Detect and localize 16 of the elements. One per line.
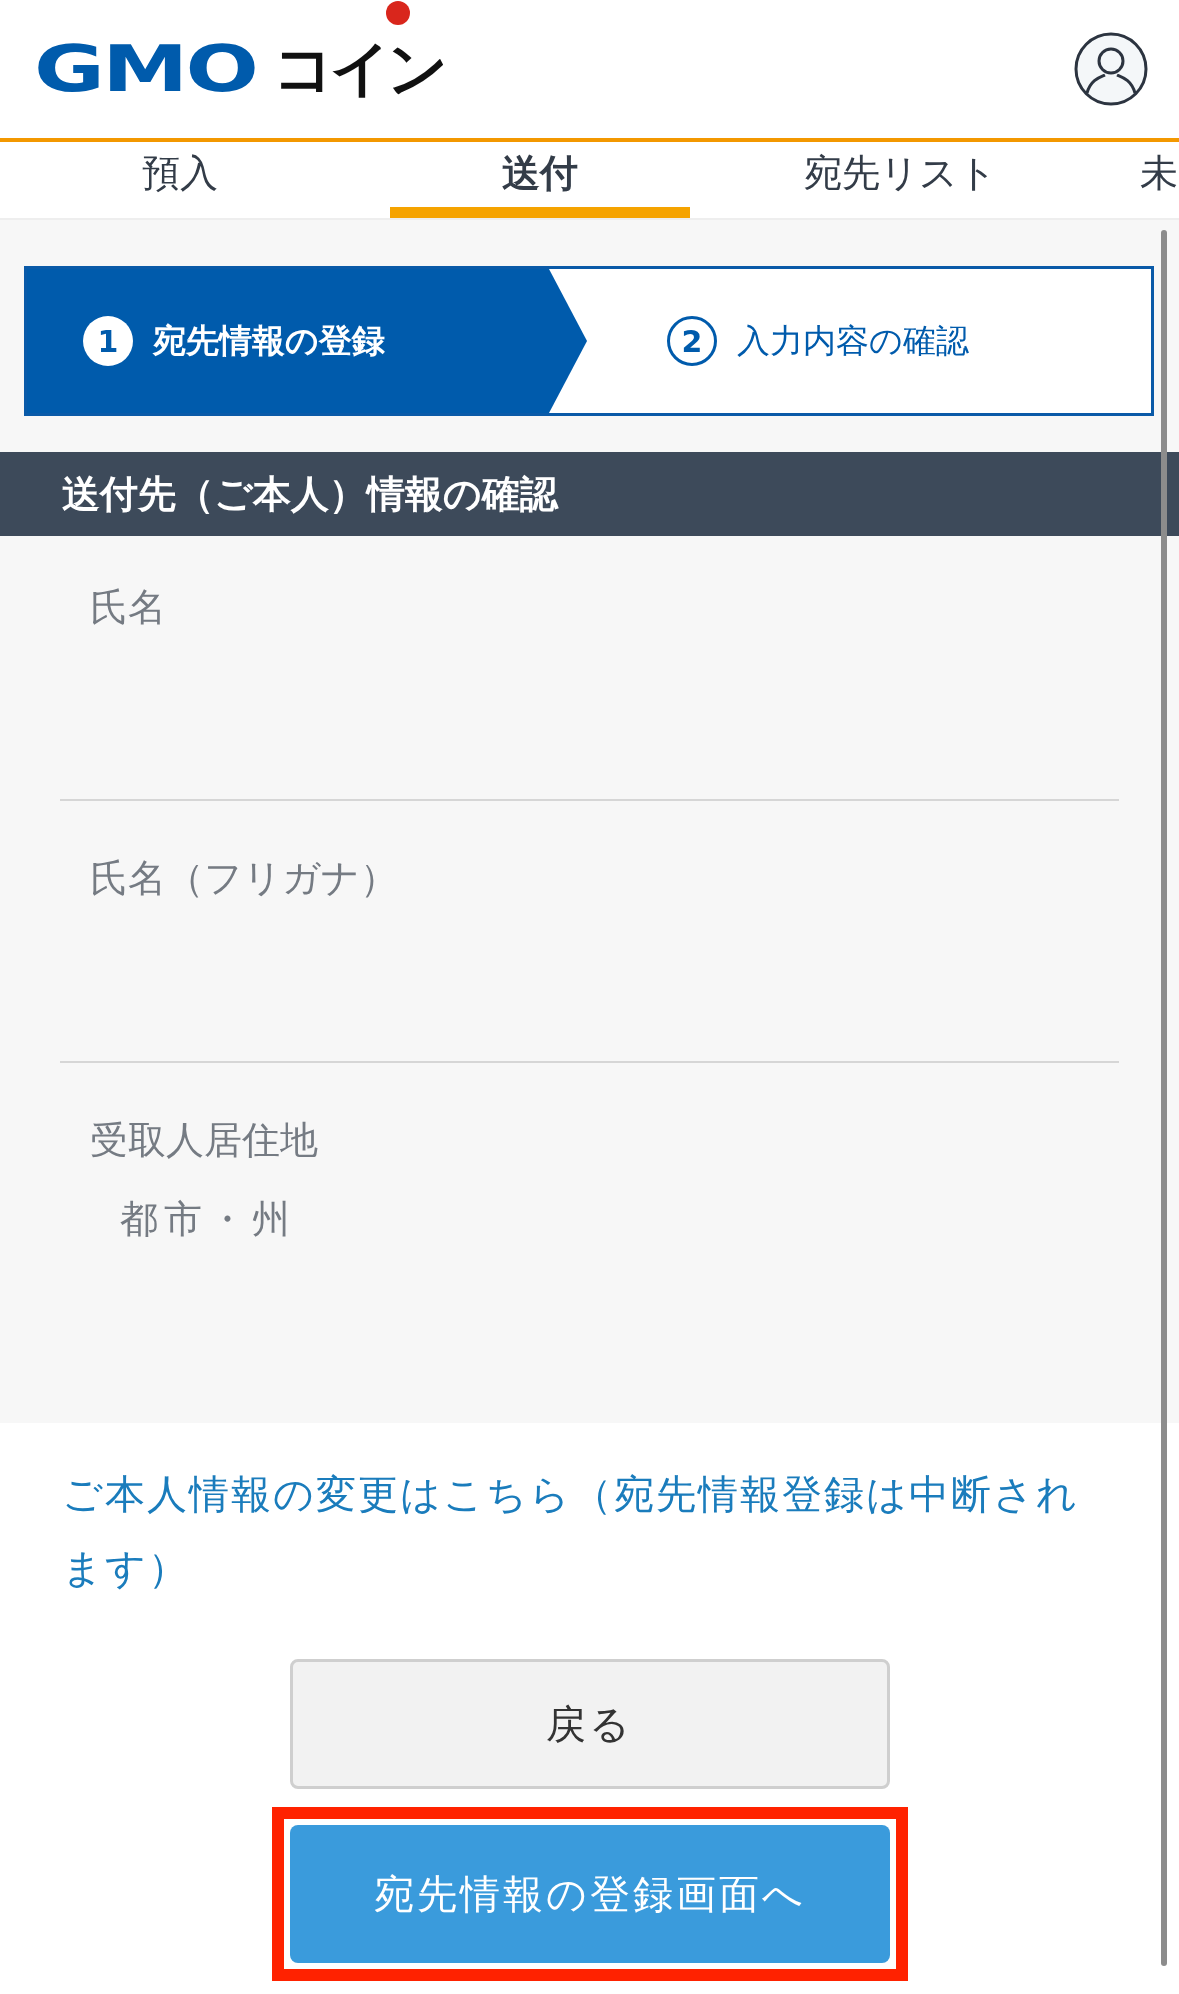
step-label: 宛先情報の登録: [153, 319, 385, 362]
logo-dot-icon: [385, 0, 410, 25]
user-icon[interactable]: [1073, 31, 1149, 107]
section-title: 送付先（ご本人）情報の確認: [0, 452, 1179, 536]
field-label: 氏名: [89, 584, 167, 631]
step-label: 入力内容の確認: [737, 319, 969, 362]
field-label: 氏名（フリガナ）: [89, 855, 399, 902]
change-info-link[interactable]: ご本人情報の変更はこちら（宛先情報登録は中断されます）: [62, 1457, 1117, 1605]
logo-text: コイン: [272, 31, 444, 105]
step-number: 1: [83, 316, 133, 366]
step-number: 2: [667, 316, 717, 366]
field-sublabel: 都市・州: [119, 1196, 297, 1243]
back-button[interactable]: 戻る: [289, 1659, 890, 1789]
logo-text: GMO: [34, 32, 257, 106]
scrollbar[interactable]: [1161, 230, 1167, 1966]
field-label: 受取人居住地: [89, 1117, 319, 1164]
